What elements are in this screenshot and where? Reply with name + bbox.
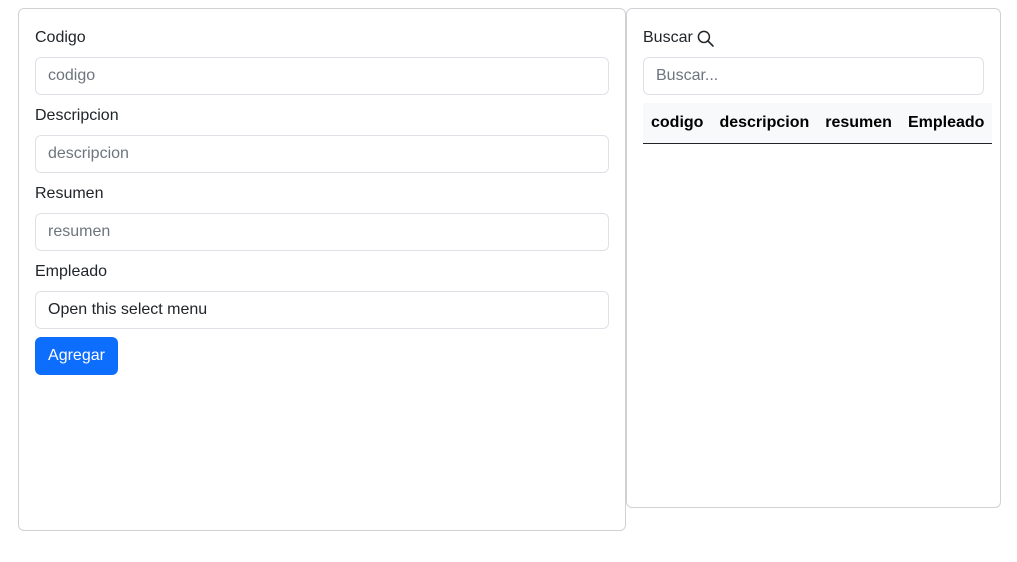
form-card: Codigo Descripcion Resumen Empleado Open… <box>18 8 626 531</box>
empleado-select[interactable]: Open this select menu <box>35 291 609 329</box>
agregar-button[interactable]: Agregar <box>35 337 118 375</box>
column-header-empleado[interactable]: Empleado <box>899 103 993 144</box>
codigo-input[interactable] <box>35 57 609 95</box>
descripcion-label: Descripcion <box>35 107 119 124</box>
column-header-resumen[interactable]: resumen <box>817 103 900 144</box>
column-header-descripcion[interactable]: descripcion <box>711 103 818 144</box>
search-input[interactable] <box>643 57 984 95</box>
table-header-row: codigo descripcion resumen Empleado <box>643 103 993 144</box>
search-label: Buscar <box>643 29 693 46</box>
codigo-label: Codigo <box>35 29 86 46</box>
search-header: Buscar <box>643 28 714 48</box>
descripcion-input[interactable] <box>35 135 609 173</box>
column-header-codigo[interactable]: codigo <box>643 103 712 144</box>
empleado-label: Empleado <box>35 263 108 280</box>
empleado-select-value: Open this select menu <box>48 301 208 318</box>
search-card: Buscar codigo descripcion resumen Emplea… <box>626 8 1001 508</box>
results-table: codigo descripcion resumen Empleado <box>643 103 993 144</box>
resumen-input[interactable] <box>35 213 609 251</box>
search-icon <box>697 30 714 47</box>
resumen-label: Resumen <box>35 185 104 202</box>
